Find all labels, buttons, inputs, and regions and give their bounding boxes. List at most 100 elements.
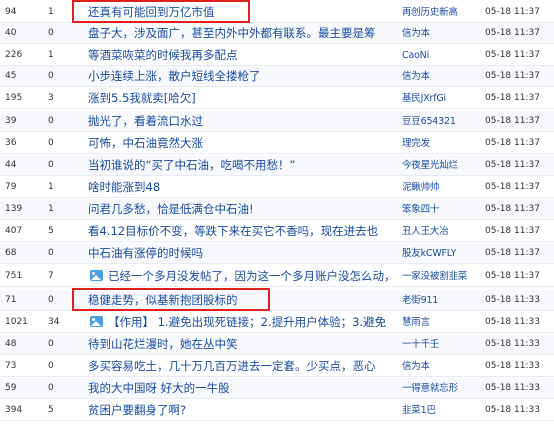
- post-title-link[interactable]: 还真有可能回到万亿市值: [88, 2, 215, 23]
- post-title-link[interactable]: 稳健走势，似基新抱团股标的: [88, 290, 238, 311]
- reply-count: 0: [48, 295, 54, 305]
- row-divider: [0, 241, 554, 242]
- post-row: 40 0 盘子大，涉及面广，甚至内外中外都有联系。最主要是筹 信为本 05-18 11:…: [0, 23, 554, 44]
- author-link[interactable]: 股友kCWFLY: [402, 243, 456, 264]
- row-divider: [0, 354, 554, 355]
- post-row: 36 0 可怖，中石油竟然大涨 理完发 05-18 11:37: [0, 133, 554, 154]
- row-divider: [0, 376, 554, 377]
- view-count: 195: [5, 93, 23, 103]
- post-time: 05-18 11:37: [485, 248, 540, 258]
- post-time: 05-18 11:33: [485, 405, 540, 415]
- row-divider: [0, 131, 554, 132]
- reply-count: 1: [48, 204, 54, 214]
- author-link[interactable]: 老街911: [402, 290, 438, 311]
- post-time: 05-18 11:33: [485, 295, 540, 305]
- post-title-link[interactable]: 待到山花烂漫时，她在丛中笑: [88, 334, 238, 355]
- post-time: 05-18 11:33: [485, 383, 540, 393]
- post-row: 407 5 看4.12目标价不变，等跌下来在买它不香吗，现在进去也 丑人王大冶 05-1…: [0, 221, 554, 242]
- post-title-link[interactable]: 已经一个多月没发帖了，因为这一个多月账户没怎么动，: [108, 266, 396, 287]
- post-title-link[interactable]: 涨到5.5我就卖[哈欠]: [88, 88, 196, 109]
- post-title-link[interactable]: 贫困户要翻身了啊?: [88, 400, 186, 421]
- view-count: 79: [5, 182, 17, 192]
- author-link[interactable]: 韭菜1巴: [402, 400, 436, 421]
- author-link[interactable]: 慧雨言: [402, 312, 430, 333]
- author-link[interactable]: CaoNi: [402, 45, 429, 66]
- author-link[interactable]: 理完发: [402, 133, 430, 154]
- author-link[interactable]: 信为本: [402, 66, 430, 87]
- author-link[interactable]: 信为本: [402, 356, 430, 377]
- post-row: 94 1 还真有可能回到万亿市值 再创历史新高 05-18 11:37: [0, 2, 554, 23]
- post-row: 68 0 中石油有涨停的时候吗 股友kCWFLY 05-18 11:37: [0, 243, 554, 264]
- post-title-link[interactable]: 我的大中国呀 好大的一牛股: [88, 378, 230, 399]
- author-link[interactable]: 一十千壬: [402, 334, 439, 355]
- row-divider: [0, 219, 554, 220]
- view-count: 71: [5, 295, 17, 305]
- author-link[interactable]: 一得意就忘形: [402, 378, 458, 399]
- author-link[interactable]: 再创历史新高: [402, 2, 458, 23]
- post-row: 79 1 啥时能涨到48 泥鳅帅帅 05-18 11:37: [0, 177, 554, 198]
- view-count: 48: [5, 339, 17, 349]
- post-row: 751 7 已经一个多月没发帖了，因为这一个多月账户没怎么动， 一家没被割韭菜 05-1…: [0, 266, 554, 287]
- reply-count: 34: [48, 317, 60, 327]
- row-divider: [0, 197, 554, 198]
- reply-count: 1: [48, 182, 54, 192]
- row-divider: [0, 286, 554, 287]
- view-count: 73: [5, 361, 17, 371]
- reply-count: 1: [48, 50, 54, 60]
- row-divider: [0, 175, 554, 176]
- row-divider: [0, 332, 554, 333]
- post-row: 71 0 稳健走势，似基新抱团股标的 老街911 05-18 11:33: [0, 290, 554, 311]
- author-link[interactable]: 基民JXrfGi: [402, 88, 446, 109]
- post-row: 195 3 涨到5.5我就卖[哈欠] 基民JXrfGi 05-18 11:37: [0, 88, 554, 109]
- post-title-link[interactable]: 问君几多愁，恰是低满仓中石油!: [88, 199, 254, 220]
- view-count: 394: [5, 405, 23, 415]
- post-row: 45 0 小步连续上涨，散户短线全搂枪了 信为本 05-18 11:37: [0, 66, 554, 87]
- post-time: 05-18 11:37: [485, 182, 540, 192]
- author-link[interactable]: 豆豆654321: [402, 111, 456, 132]
- post-row: 48 0 待到山花烂漫时，她在丛中笑 一十千壬 05-18 11:33: [0, 334, 554, 355]
- reply-count: 0: [48, 71, 54, 81]
- post-row: 139 1 问君几多愁，恰是低满仓中石油! 笨象四十 05-18 11:37: [0, 199, 554, 220]
- post-title-link[interactable]: 啥时能涨到48: [88, 177, 160, 198]
- post-time: 05-18 11:37: [485, 116, 540, 126]
- post-title-link[interactable]: 当初谁说的“买了中石油，吃喝不用愁！”: [88, 155, 295, 176]
- post-title-link[interactable]: 可怖，中石油竟然大涨: [88, 133, 203, 154]
- post-title-link[interactable]: 【作用】 1.避免出现死链接；2.提升用户体验；3.避免: [108, 312, 386, 333]
- view-count: 1021: [5, 317, 28, 327]
- author-link[interactable]: 今夜星光灿烂: [402, 155, 458, 176]
- author-link[interactable]: 泥鳅帅帅: [402, 177, 439, 198]
- reply-count: 0: [48, 160, 54, 170]
- post-row: 59 0 我的大中国呀 好大的一牛股 一得意就忘形 05-18 11:33: [0, 378, 554, 399]
- author-link[interactable]: 一家没被割韭菜: [402, 266, 467, 287]
- view-count: 139: [5, 204, 23, 214]
- row-divider: [0, 43, 554, 44]
- author-link[interactable]: 丑人王大冶: [402, 221, 449, 242]
- post-row: 394 5 贫困户要翻身了啊? 韭菜1巴 05-18 11:33: [0, 400, 554, 421]
- row-divider: [0, 398, 554, 399]
- reply-count: 7: [48, 271, 54, 281]
- post-title-link[interactable]: 抛光了，看着流口水过: [88, 111, 203, 132]
- reply-count: 0: [48, 248, 54, 258]
- post-time: 05-18 11:33: [485, 317, 540, 327]
- post-row: 73 0 多买容易吃土，几十万几百万进去一定套。少买点，恶心 信为本 05-18 11:…: [0, 356, 554, 377]
- post-title-link[interactable]: 中石油有涨停的时候吗: [88, 243, 203, 264]
- view-count: 68: [5, 248, 17, 258]
- post-title-link[interactable]: 多买容易吃土，几十万几百万进去一定套。少买点，恶心: [88, 356, 376, 377]
- post-title-link[interactable]: 看4.12目标价不变，等跌下来在买它不香吗，现在进去也: [88, 221, 378, 242]
- reply-count: 0: [48, 339, 54, 349]
- author-link[interactable]: 笨象四十: [402, 199, 439, 220]
- author-link[interactable]: 信为本: [402, 23, 430, 44]
- post-row: 1021 34 【作用】 1.避免出现死链接；2.提升用户体验；3.避免 慧雨言 05-…: [0, 312, 554, 333]
- post-time: 05-18 11:33: [485, 339, 540, 349]
- reply-count: 0: [48, 138, 54, 148]
- view-count: 407: [5, 226, 23, 236]
- reply-count: 5: [48, 226, 54, 236]
- view-count: 40: [5, 28, 17, 38]
- post-title-link[interactable]: 盘子大，涉及面广，甚至内外中外都有联系。最主要是筹: [88, 23, 376, 44]
- view-count: 45: [5, 71, 17, 81]
- post-time: 05-18 11:37: [485, 204, 540, 214]
- post-title-link[interactable]: 等酒菜咴菜的时候我再多配点: [88, 45, 238, 66]
- reply-count: 0: [48, 28, 54, 38]
- row-divider: [0, 86, 554, 87]
- post-title-link[interactable]: 小步连续上涨，散户短线全搂枪了: [88, 66, 261, 87]
